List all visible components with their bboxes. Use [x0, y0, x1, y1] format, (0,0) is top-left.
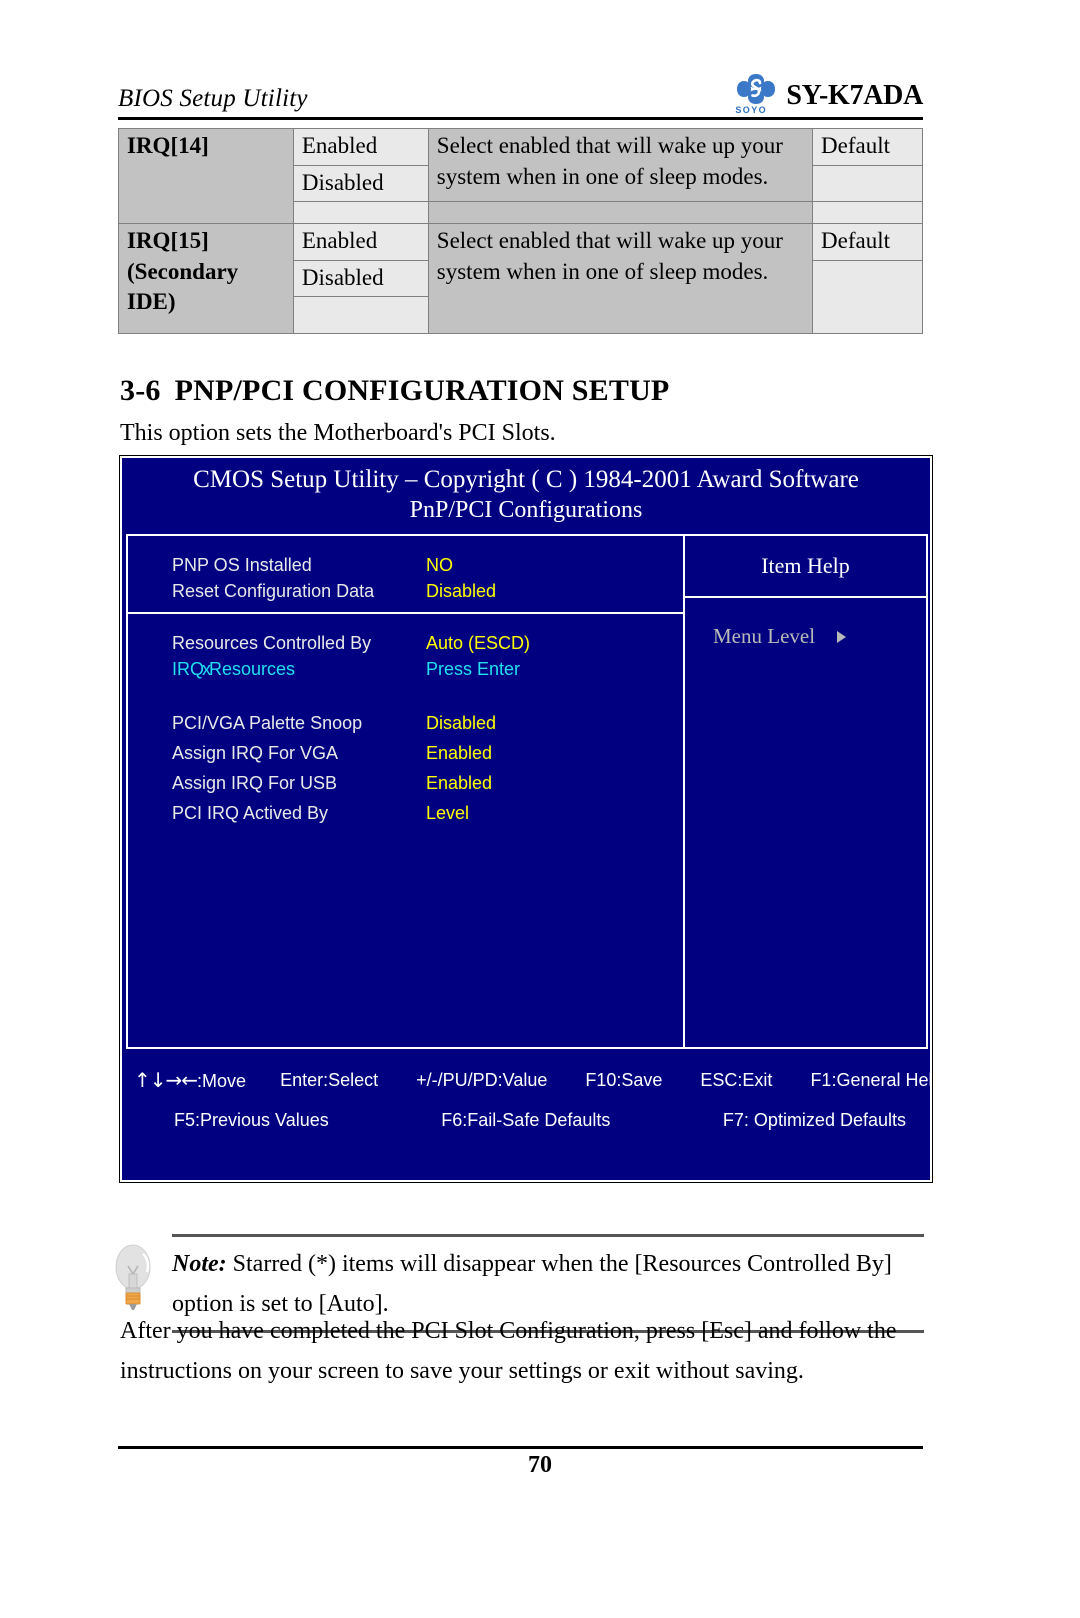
option-label: PCI IRQ Actived By	[172, 802, 329, 823]
manual-page: BIOS Setup Utility SOYO SY-K7ADA IRQ[14]…	[0, 0, 1080, 1618]
arrow-keys-icon: ↑↓→←	[134, 1068, 198, 1092]
option-value[interactable]: Level	[426, 803, 469, 824]
bios-menu-name: PnP/PCI Configurations	[409, 496, 643, 523]
bios-option-group-2: Resources Controlled By Auto (ESCD) x IR…	[128, 614, 683, 682]
bios-option-row[interactable]: Assign IRQ For USB Enabled	[172, 770, 683, 796]
model-number: SY-K7ADA	[786, 80, 923, 111]
item-help-title: Item Help	[685, 536, 926, 598]
bios-option-row[interactable]: Assign IRQ For VGA Enabled	[172, 740, 683, 766]
disabled-marker-x: x	[202, 658, 211, 679]
irq-settings-table: IRQ[14] Enabled Select enabled that will…	[118, 127, 923, 334]
cell-default: Default	[812, 128, 923, 166]
cell-option-enabled: Enabled	[292, 223, 429, 261]
cell-option-filler	[292, 296, 429, 334]
key-esc-exit: ESC:Exit	[700, 1069, 773, 1090]
bios-key-legend: ↑↓→←:Move Enter:Select +/-/PU/PD:Value F…	[122, 1052, 943, 1180]
section-intro-text: This option sets the Motherboard's PCI S…	[120, 420, 556, 446]
bios-options-pane: PNP OS Installed NO Reset Configuration …	[128, 536, 685, 1047]
cell-default-filler	[812, 259, 923, 334]
key-f6-fail-safe-defaults: F6:Fail-Safe Defaults	[441, 1110, 611, 1130]
section-number: 3-6	[120, 374, 161, 407]
key-move-label: :Move	[197, 1071, 247, 1091]
bios-gap	[128, 682, 683, 710]
cell-description: Select enabled that will wake up your sy…	[427, 223, 814, 334]
bios-copyright-line: CMOS Setup Utility – Copyright ( C ) 198…	[193, 466, 859, 493]
bios-option-row[interactable]: PCI/VGA Palette Snoop Disabled	[172, 710, 683, 736]
key-legend-row-1: ↑↓→←:Move Enter:Select +/-/PU/PD:Value F…	[122, 1068, 943, 1092]
page-header: BIOS Setup Utility SOYO SY-K7ADA	[118, 73, 923, 120]
lightbulb-icon	[115, 1244, 151, 1310]
bios-item-help-pane: Item Help Menu Level	[685, 536, 926, 1047]
key-enter-select: Enter:Select	[280, 1069, 379, 1090]
bios-option-row-irq-resources[interactable]: x IRQ Resources Press Enter	[172, 656, 683, 682]
key-f10-save: F10:Save	[585, 1069, 663, 1090]
cell-option-disabled: Disabled	[292, 164, 429, 203]
cell-spacer-description	[427, 201, 814, 225]
option-label: Assign IRQ For USB	[172, 772, 338, 793]
option-value[interactable]: Disabled	[426, 713, 496, 734]
cell-setting-name: IRQ[15] (Secondary IDE)	[118, 223, 294, 334]
note-label: Note:	[172, 1251, 227, 1277]
bios-title-bar: CMOS Setup Utility – Copyright ( C ) 198…	[122, 458, 930, 526]
menu-level-label: Menu Level	[713, 624, 816, 648]
option-label: Reset Configuration Data	[172, 580, 375, 601]
footer-rule	[118, 1446, 923, 1449]
bios-option-row[interactable]: Resources Controlled By Auto (ESCD)	[172, 630, 683, 656]
page-number: 70	[528, 1452, 552, 1478]
table-row: IRQ[14] Enabled Select enabled that will…	[118, 127, 923, 225]
brand-block: SOYO SY-K7ADA	[733, 73, 923, 117]
bios-option-row[interactable]: PCI IRQ Actived By Level	[172, 800, 683, 826]
setting-name-line1: IRQ[14]	[127, 133, 209, 158]
option-value[interactable]: Enabled	[426, 773, 492, 794]
option-label: Resources Controlled By	[172, 632, 372, 653]
soyo-wordmark: SOYO	[735, 105, 768, 115]
setting-name-line2: (Secondary	[127, 258, 239, 284]
key-f7-optimized-defaults: F7: Optimized Defaults	[722, 1110, 906, 1130]
option-label: Assign IRQ For VGA	[172, 742, 339, 763]
option-value[interactable]: Press Enter	[426, 659, 520, 680]
setting-name-line3: IDE)	[127, 289, 176, 315]
table-row: IRQ[15] (Secondary IDE) Enabled Select e…	[118, 223, 923, 334]
triangle-right-icon	[837, 630, 847, 643]
cell-default: Default	[812, 223, 923, 261]
soyo-logo: SOYO	[733, 73, 779, 115]
bios-content-panel: PNP OS Installed NO Reset Configuration …	[126, 534, 928, 1049]
section-title: PNP/PCI CONFIGURATION SETUP	[174, 374, 670, 407]
cell-setting-name: IRQ[14]	[118, 127, 294, 225]
bios-screen: CMOS Setup Utility – Copyright ( C ) 198…	[119, 455, 943, 1183]
cell-option-enabled: Enabled	[292, 128, 429, 166]
option-value[interactable]: Disabled	[426, 581, 496, 602]
bios-option-group-3: PCI/VGA Palette Snoop Disabled Assign IR…	[128, 710, 683, 826]
cell-spacer-option	[292, 201, 429, 225]
note-text: Starred (*) items will disappear when th…	[172, 1251, 892, 1317]
key-legend-row-2: F5:Previous Values F6:Fail-Safe Defaults…	[122, 1092, 930, 1131]
cell-option-disabled: Disabled	[292, 259, 429, 298]
option-label: PCI/VGA Palette Snoop	[172, 712, 363, 733]
cell-default-filler	[812, 164, 923, 203]
bios-option-row[interactable]: Reset Configuration Data Disabled	[172, 578, 683, 604]
option-label: PNP OS Installed	[172, 554, 312, 575]
cell-description: Select enabled that will wake up your sy…	[427, 127, 814, 203]
menu-level-row: Menu Level	[685, 598, 926, 649]
closing-paragraph: After you have completed the PCI Slot Co…	[120, 1318, 897, 1384]
option-value[interactable]: NO	[426, 555, 453, 576]
key-f5-previous-values: F5:Previous Values	[174, 1110, 329, 1130]
key-move: ↑↓→←:Move	[134, 1068, 246, 1092]
bios-option-row[interactable]: PNP OS Installed NO	[172, 552, 683, 578]
soyo-diamond-icon	[737, 74, 776, 104]
key-value: +/-/PU/PD:Value	[416, 1069, 548, 1090]
note-callout: Note: Starred (*) items will disappear w…	[104, 1234, 924, 1334]
cell-spacer-default	[812, 201, 923, 225]
setting-name-line1: IRQ[15]	[127, 228, 209, 254]
option-value[interactable]: Enabled	[426, 743, 492, 764]
running-title: BIOS Setup Utility	[118, 85, 308, 112]
bios-option-group-1: PNP OS Installed NO Reset Configuration …	[128, 536, 683, 604]
section-heading: 3-6 PNP/PCI CONFIGURATION SETUP	[120, 374, 669, 408]
option-value[interactable]: Auto (ESCD)	[426, 633, 530, 654]
key-f1-general-help: F1:General Help	[810, 1069, 943, 1090]
